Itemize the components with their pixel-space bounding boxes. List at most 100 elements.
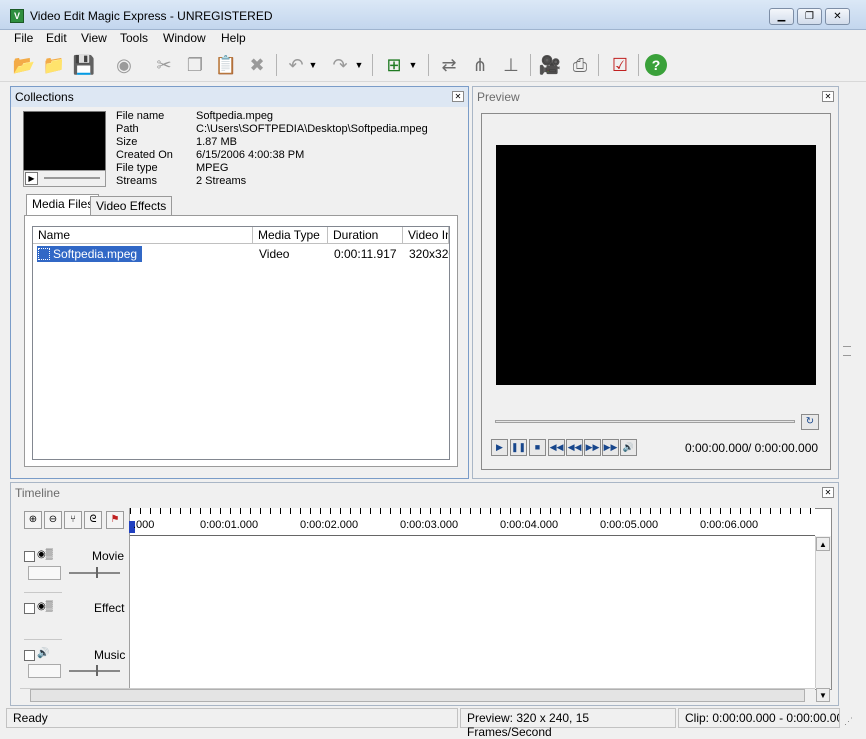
previous-frame-icon[interactable]: ◀◀	[548, 439, 565, 456]
info-label-file-type: File type	[116, 162, 158, 174]
zoom-in-icon[interactable]: ⊕	[24, 511, 42, 529]
open-folder-icon[interactable]: 📂	[10, 52, 38, 78]
fast-forward-icon[interactable]: ▶▶	[584, 439, 601, 456]
chevron-down-icon[interactable]: ▼	[352, 52, 366, 78]
track-thumb-box	[28, 566, 61, 580]
track-enable-checkbox[interactable]	[24, 603, 35, 614]
menu-edit[interactable]: Edit	[46, 31, 67, 45]
cell-type: Video	[259, 247, 290, 261]
tab-video-effects[interactable]: Video Effects	[90, 196, 173, 216]
column-media-type[interactable]: Media Type	[253, 227, 328, 244]
track-add-icon[interactable]: ⑂	[64, 511, 82, 529]
open-project-icon[interactable]: 📁	[40, 52, 68, 78]
cell-name[interactable]: Softpedia.mpeg	[53, 247, 137, 261]
track-label-movie: Movie	[92, 549, 125, 563]
chevron-down-icon[interactable]: ▼	[406, 52, 420, 78]
ruler-label-3: 0:00:03.000	[400, 519, 459, 531]
thumbnail-slider[interactable]	[44, 177, 100, 179]
play-icon[interactable]: ▶	[25, 172, 38, 185]
delete-icon[interactable]: ✖	[243, 52, 271, 78]
scrollbar-grip[interactable]	[843, 346, 851, 356]
track-enable-checkbox[interactable]	[24, 650, 35, 661]
track-enable-checkbox[interactable]	[24, 551, 35, 562]
redo-icon[interactable]: ↷	[326, 52, 354, 78]
toolbar: 📂 📁 💾 ◉ ✂ ❐ 📋 ✖ ↶ ▼ ↷ ▼ ⊞ ▼ ⇄ ⋔ ⊥ 🎥 ⎙ ☑ …	[0, 48, 866, 82]
total-time: / 0:00:00.000	[748, 441, 819, 455]
pause-icon[interactable]: ❚❚	[510, 439, 527, 456]
chevron-down-icon[interactable]: ▼	[306, 52, 320, 78]
tree-icon[interactable]: ⊥	[497, 52, 525, 78]
track-divider	[24, 592, 62, 593]
ruler-label-0: .000	[133, 519, 155, 531]
collections-title: Collections	[11, 87, 468, 107]
rewind-icon[interactable]: ◀◀	[566, 439, 583, 456]
export-icon[interactable]: ⎙	[566, 52, 594, 78]
ruler-label-5: 0:00:05.000	[600, 519, 659, 531]
toolbar-separator	[530, 54, 531, 76]
info-label-path: Path	[116, 123, 139, 135]
toolbar-separator	[638, 54, 639, 76]
close-icon[interactable]: ✕	[822, 91, 834, 102]
split-icon[interactable]: ⇄	[435, 52, 463, 78]
menu-tools[interactable]: Tools	[120, 31, 148, 45]
track-divider	[24, 639, 62, 640]
stop-icon[interactable]: ■	[529, 439, 546, 456]
track-header-column	[20, 508, 130, 690]
track-thumb-box	[28, 664, 61, 678]
app-icon: V	[10, 9, 24, 23]
play-icon[interactable]: ▶	[491, 439, 508, 456]
minimize-button[interactable]: ▁	[769, 8, 794, 25]
volume-slider[interactable]	[69, 670, 120, 672]
trim-icon[interactable]: ⋔	[466, 52, 494, 78]
volume-slider[interactable]	[69, 572, 120, 574]
menu-file[interactable]: File	[14, 31, 33, 45]
loop-icon[interactable]: ↻	[801, 414, 819, 430]
info-label-file-name: File name	[116, 110, 165, 122]
menu-help[interactable]: Help	[221, 31, 246, 45]
capture-icon[interactable]: ◉	[110, 52, 138, 78]
visibility-icon[interactable]: ◉▒	[37, 601, 53, 612]
tab-media-files[interactable]: Media Files	[26, 194, 100, 216]
marker-icon[interactable]: ⚑	[106, 511, 124, 529]
cut-icon[interactable]: ✂	[150, 52, 178, 78]
visibility-icon[interactable]: ◉▒	[37, 549, 53, 560]
scroll-up-icon[interactable]: ▲	[816, 537, 830, 551]
status-clip: Clip: 0:00:00.000 - 0:00:00.000	[678, 708, 840, 728]
seek-slider[interactable]	[495, 420, 795, 423]
current-time: 0:00:00.000	[685, 441, 749, 455]
info-value-streams: 2 Streams	[196, 175, 247, 187]
copy-icon[interactable]: ❐	[181, 52, 209, 78]
track-split-icon[interactable]: ᘓ	[84, 511, 102, 529]
volume-slider-thumb[interactable]	[96, 665, 98, 676]
camera-icon[interactable]: 🎥	[536, 52, 564, 78]
scroll-down-icon[interactable]: ▼	[816, 688, 830, 702]
speaker-icon[interactable]: 🔊	[37, 648, 49, 659]
volume-slider-thumb[interactable]	[96, 567, 98, 578]
ruler-label-4: 0:00:04.000	[500, 519, 559, 531]
volume-icon[interactable]: 🔊	[620, 439, 637, 456]
paste-icon[interactable]: 📋	[212, 52, 240, 78]
next-frame-icon[interactable]: ▶▶	[602, 439, 619, 456]
column-duration[interactable]: Duration	[328, 227, 403, 244]
main-scrollbar[interactable]	[840, 86, 854, 706]
info-value-file-type: MPEG	[196, 162, 229, 174]
toolbar-separator	[598, 54, 599, 76]
column-video[interactable]: Video In	[403, 227, 449, 244]
checklist-icon[interactable]: ☑	[606, 52, 634, 78]
menu-window[interactable]: Window	[163, 31, 206, 45]
close-icon[interactable]: ✕	[452, 91, 464, 102]
zoom-out-icon[interactable]: ⊖	[44, 511, 62, 529]
column-name[interactable]: Name	[33, 227, 253, 244]
close-button[interactable]: ✕	[825, 8, 850, 25]
menu-view[interactable]: View	[81, 31, 107, 45]
add-to-timeline-icon[interactable]: ⊞	[380, 52, 408, 78]
ruler-label-1: 0:00:01.000	[200, 519, 259, 531]
close-icon[interactable]: ✕	[822, 487, 834, 498]
timeline-vertical-scrollbar[interactable]	[815, 536, 831, 688]
timeline-title: Timeline	[15, 486, 60, 500]
horizontal-scroll-thumb[interactable]	[30, 689, 805, 702]
save-icon[interactable]: 💾	[70, 52, 98, 78]
restore-button[interactable]: ❐	[797, 8, 822, 25]
help-icon[interactable]: ?	[645, 54, 667, 76]
resize-grip-icon[interactable]: ⋰	[844, 716, 853, 727]
